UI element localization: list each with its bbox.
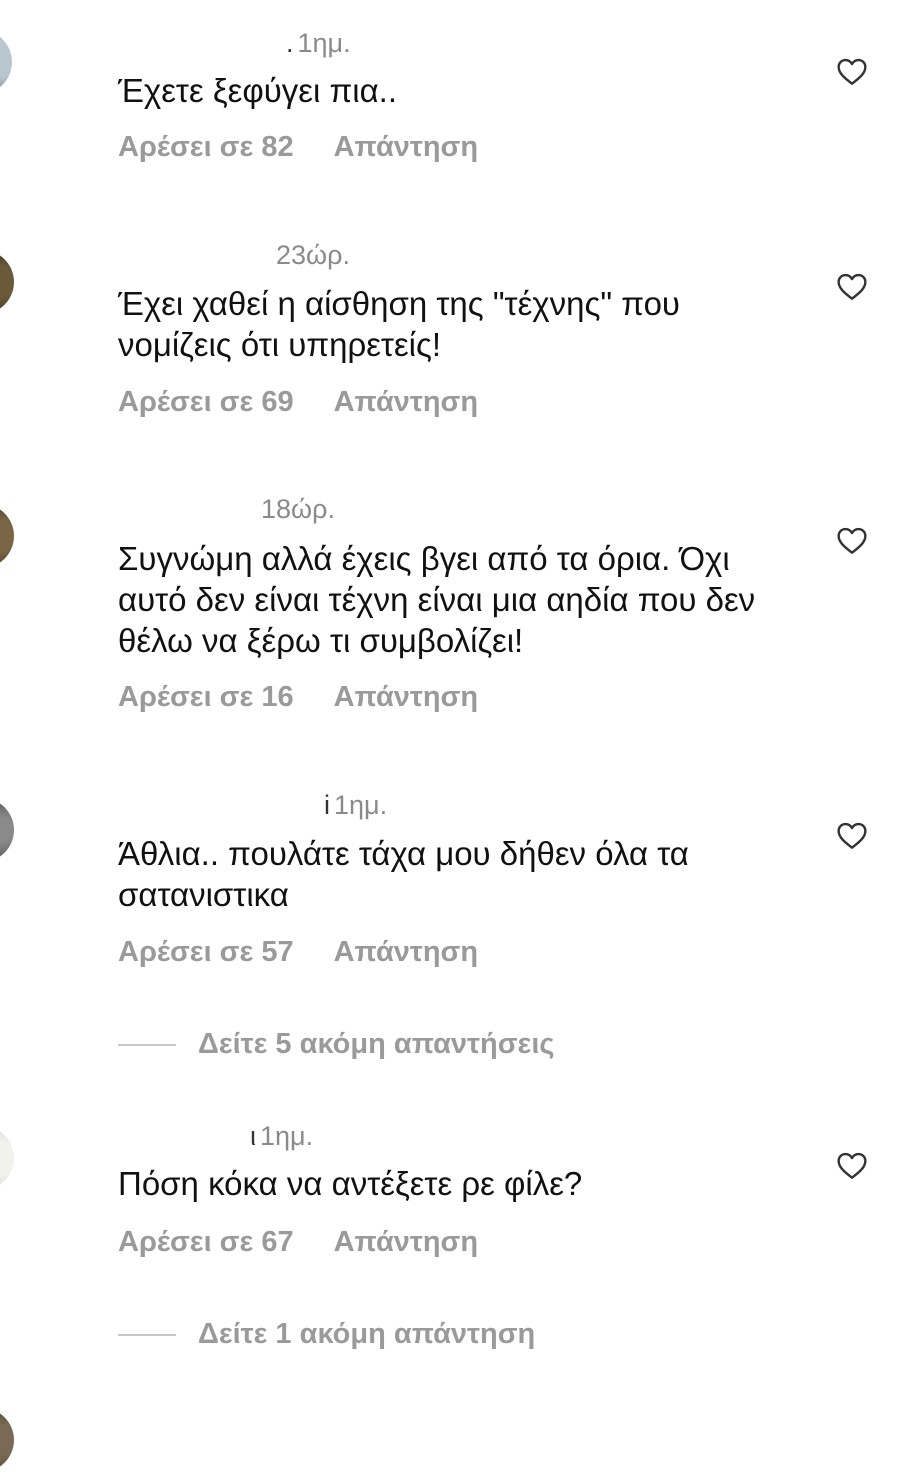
likes-count[interactable]: Αρέσει σε 67 <box>118 1226 294 1258</box>
comment-text: Πόση κόκα να αντέξετε ρε φίλε? <box>118 1165 583 1202</box>
reply-button[interactable]: Απάντηση <box>334 131 479 163</box>
comment-timestamp: ι 1ημ. <box>250 1121 314 1151</box>
reply-button[interactable]: Απάντηση <box>334 1226 479 1258</box>
avatar[interactable] <box>0 250 14 314</box>
heart-icon[interactable] <box>836 820 868 850</box>
comment-text: Έχει χαθεί η αίσθηση της "τέχνης" που νο… <box>118 285 680 363</box>
comment-actions: Αρέσει σε 82 Απάντηση <box>118 131 478 164</box>
likes-count[interactable]: Αρέσει σε 69 <box>118 386 294 418</box>
comment-text: Άθλια.. πουλάτε τάχα μου δήθεν όλα τα σα… <box>118 835 689 913</box>
comment-actions: Αρέσει σε 57 Απάντηση <box>118 936 478 969</box>
view-more-label: Δείτε 1 ακόμη απάντηση <box>198 1318 536 1350</box>
likes-count[interactable]: Αρέσει σε 57 <box>118 936 294 968</box>
avatar[interactable] <box>0 1126 14 1190</box>
comment-actions: Αρέσει σε 67 Απάντηση <box>118 1226 478 1259</box>
comment-timestamp: 23ώρ. <box>276 240 350 270</box>
comment-actions: Αρέσει σε 16 Απάντηση <box>118 681 478 714</box>
reply-button[interactable]: Απάντηση <box>334 681 479 713</box>
view-more-replies-button[interactable]: Δείτε 1 ακόμη απάντηση <box>118 1318 535 1351</box>
comment-text: Έχετε ξεφύγει πια.. <box>118 72 397 109</box>
comment-actions: Αρέσει σε 69 Απάντηση <box>118 386 478 419</box>
heart-icon[interactable] <box>836 56 868 86</box>
avatar[interactable] <box>0 504 14 568</box>
comment-timestamp: . 1ημ. <box>286 28 351 58</box>
reply-button[interactable]: Απάντηση <box>334 386 479 418</box>
view-more-label: Δείτε 5 ακόμη απαντήσεις <box>198 1028 555 1060</box>
comment-timestamp: 18ώρ. <box>261 494 335 524</box>
avatar[interactable] <box>0 798 14 862</box>
divider-line <box>118 1334 176 1337</box>
heart-icon[interactable] <box>836 1150 868 1180</box>
likes-count[interactable]: Αρέσει σε 82 <box>118 131 294 163</box>
divider-line <box>118 1044 176 1047</box>
avatar[interactable] <box>0 30 12 94</box>
comment-text: Συγνώμη αλλά έχεις βγει από τα όρια. Όχι… <box>118 540 756 659</box>
heart-icon[interactable] <box>836 525 868 555</box>
comment-timestamp: i 1ημ. <box>324 790 388 820</box>
view-more-replies-button[interactable]: Δείτε 5 ακόμη απαντήσεις <box>118 1028 554 1061</box>
likes-count[interactable]: Αρέσει σε 16 <box>118 681 294 713</box>
reply-button[interactable]: Απάντηση <box>334 936 479 968</box>
heart-icon[interactable] <box>836 271 868 301</box>
